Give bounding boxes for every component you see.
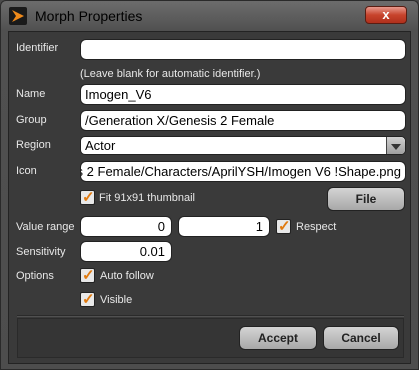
options-label: Options [16, 270, 54, 282]
region-value: Actor [85, 138, 116, 153]
cancel-button[interactable]: Cancel [323, 326, 399, 350]
identifier-label: Identifier [16, 42, 59, 54]
close-button[interactable]: x [365, 6, 407, 24]
name-label: Name [16, 88, 46, 100]
fit-thumbnail-checkbox[interactable] [80, 188, 95, 206]
identifier-field[interactable] [80, 39, 406, 60]
group-field[interactable]: /Generation X/Genesis 2 Female [80, 110, 406, 131]
value-range-label: Value range [16, 221, 75, 233]
icon-path-value: esis 2 Female/Characters/AprilYSH/Imogen… [80, 164, 401, 179]
value-range-min-field[interactable]: 0 [80, 216, 172, 237]
morph-properties-dialog: Morph Properties x Identifier (Leave bla… [0, 0, 419, 370]
auto-follow-label: Auto follow [100, 270, 154, 282]
icon-path-field[interactable]: esis 2 Female/Characters/AprilYSH/Imogen… [80, 161, 406, 182]
title-bar: Morph Properties x [1, 1, 418, 31]
region-dropdown[interactable]: Actor [80, 136, 406, 155]
respect-label: Respect [296, 221, 337, 233]
properties-panel: Identifier (Leave blank for automatic id… [8, 31, 411, 364]
auto-follow-checkbox[interactable] [80, 266, 95, 284]
region-label: Region [16, 139, 51, 151]
respect-checkbox[interactable] [276, 217, 291, 235]
group-label: Group [16, 114, 47, 126]
window-title: Morph Properties [35, 8, 143, 24]
icon-label: Icon [16, 165, 37, 177]
value-range-max-field[interactable]: 1 [178, 216, 270, 237]
visible-checkbox[interactable] [80, 290, 95, 308]
sensitivity-label: Sensitivity [16, 246, 66, 258]
name-field[interactable]: Imogen_V6 [80, 84, 406, 105]
sensitivity-field[interactable]: 0.01 [80, 241, 172, 262]
fit-thumbnail-label: Fit 91x91 thumbnail [99, 192, 195, 204]
file-button[interactable]: File [327, 187, 405, 211]
visible-label: Visible [100, 294, 133, 306]
divider [17, 315, 404, 317]
identifier-hint: (Leave blank for automatic identifier.) [80, 68, 261, 80]
chevron-down-icon[interactable] [386, 137, 405, 154]
accept-button[interactable]: Accept [239, 326, 317, 350]
button-bar: Accept Cancel [17, 318, 404, 358]
app-logo-icon [9, 7, 27, 25]
